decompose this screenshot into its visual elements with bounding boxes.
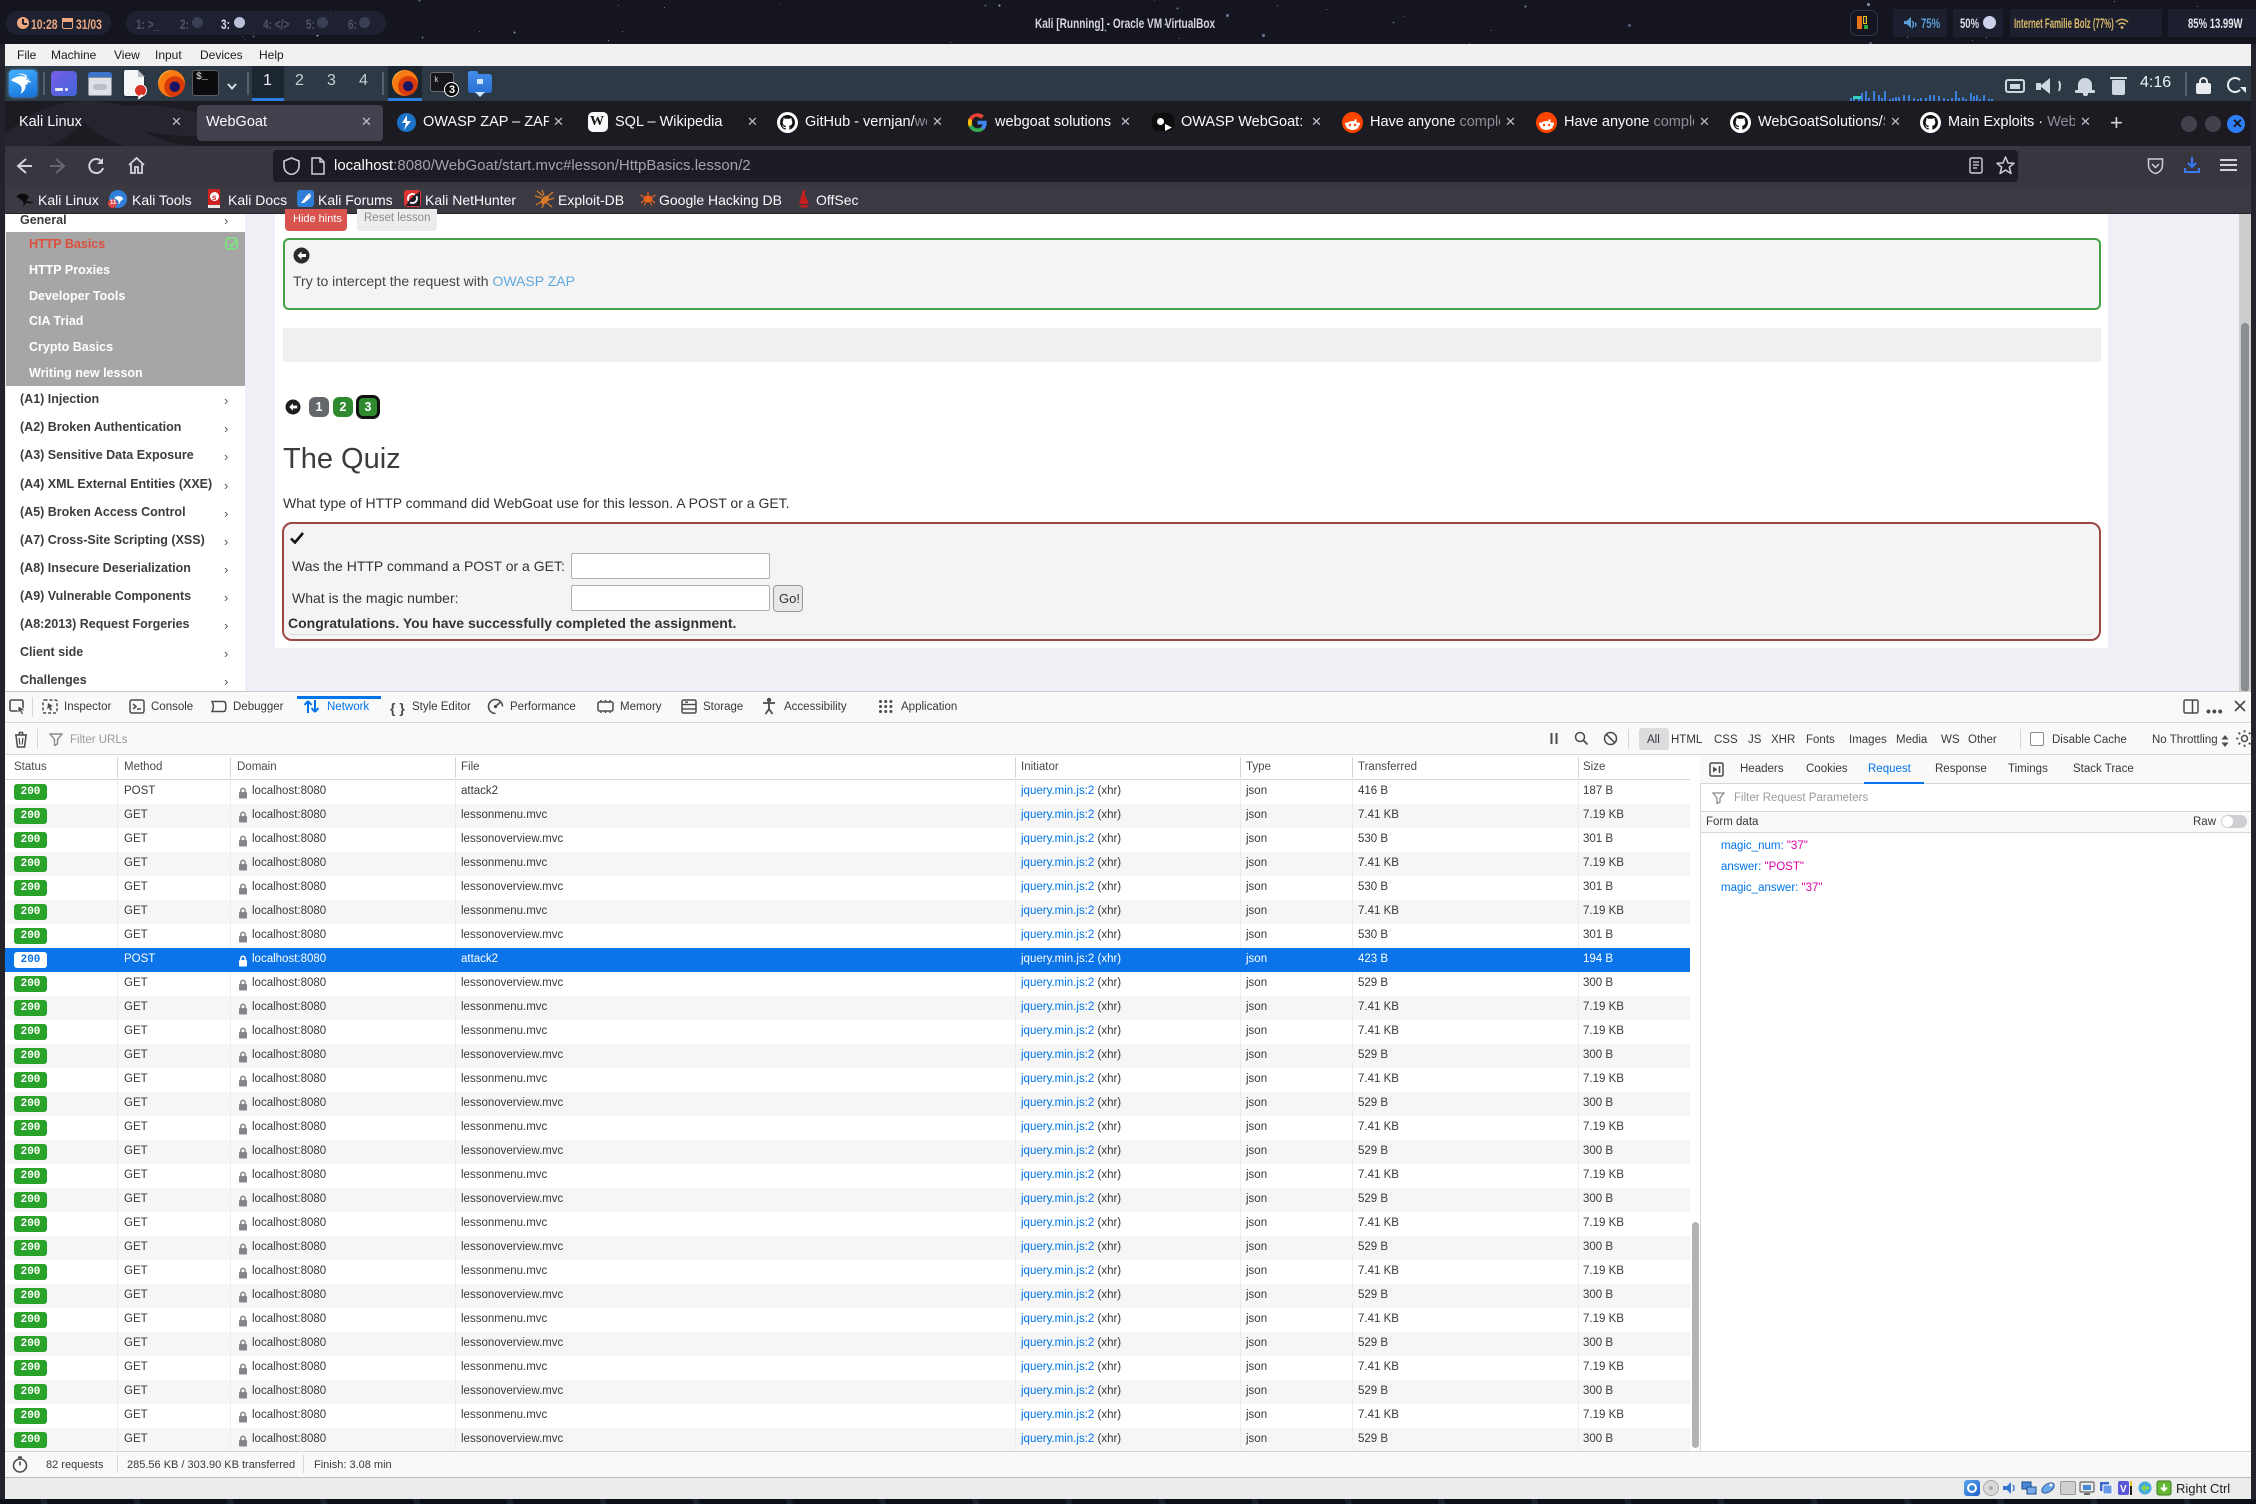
svg-text:V: V — [2120, 1484, 2127, 1495]
